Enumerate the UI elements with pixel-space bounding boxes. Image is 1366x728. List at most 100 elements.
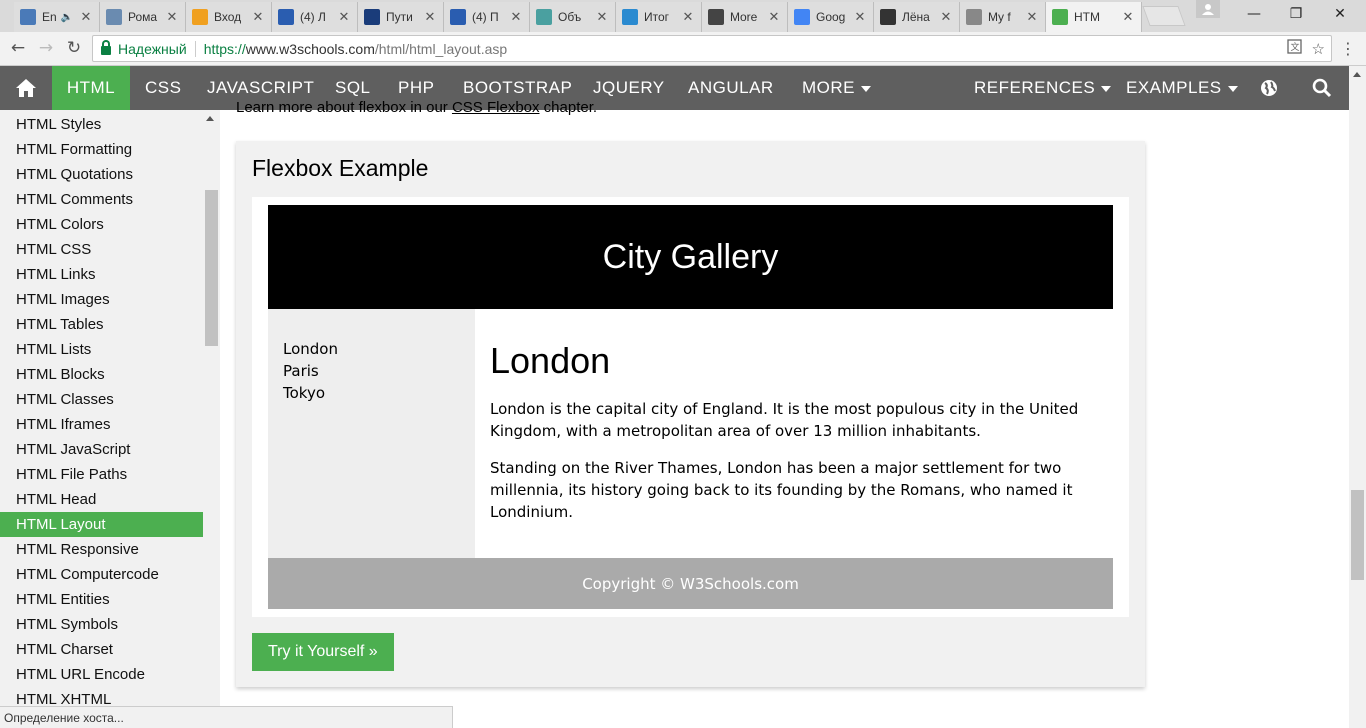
chat-icon — [622, 9, 638, 25]
browser-tab[interactable]: My f ✕ — [960, 2, 1046, 32]
tab-label: HTM — [1074, 10, 1100, 24]
sidebar-item[interactable]: HTML Colors — [0, 212, 203, 237]
browser-tab[interactable]: Рома ✕ — [100, 2, 186, 32]
tab-close-icon[interactable]: ✕ — [79, 9, 93, 25]
tab-close-icon[interactable]: ✕ — [423, 9, 437, 25]
sidebar-item[interactable]: HTML CSS — [0, 237, 203, 262]
back-arrow-icon[interactable]: ← — [6, 36, 30, 60]
browser-tab[interactable]: Лёна ✕ — [874, 2, 960, 32]
forward-arrow-icon[interactable]: → — [34, 36, 58, 60]
tab-label: Итог — [644, 10, 670, 24]
close-window-button[interactable]: ✕ — [1318, 2, 1362, 26]
nav-css[interactable]: CSS — [145, 66, 181, 110]
scroll-up-arrow-icon[interactable] — [206, 116, 214, 121]
page-scroll-thumb[interactable] — [1351, 490, 1364, 580]
sidebar-scroll-thumb[interactable] — [205, 190, 218, 346]
intro-prefix: Learn more about flexbox in our — [236, 99, 452, 116]
example-preview: City Gallery London Paris Tokyo London L… — [252, 197, 1129, 617]
nav-examples[interactable]: EXAMPLES — [1126, 66, 1238, 110]
try-it-yourself-button[interactable]: Try it Yourself » — [252, 633, 394, 671]
sidebar-item[interactable]: HTML Computercode — [0, 562, 203, 587]
tab-close-icon[interactable]: ✕ — [509, 9, 523, 25]
sidebar-item[interactable]: HTML Styles — [0, 112, 203, 137]
browser-tab[interactable]: HTM ✕ — [1046, 2, 1142, 32]
nav-html[interactable]: HTML — [52, 66, 130, 110]
minimize-button[interactable]: — — [1232, 2, 1276, 26]
browser-tab[interactable]: Пути ✕ — [358, 2, 444, 32]
sidebar-item[interactable]: HTML URL Encode — [0, 662, 203, 687]
tab-close-icon[interactable]: ✕ — [165, 9, 179, 25]
nav-references-label: REFERENCES — [974, 78, 1096, 97]
tab-close-icon[interactable]: ✕ — [681, 9, 695, 25]
article-title: London — [490, 340, 611, 381]
sidebar-item[interactable]: HTML Layout — [0, 512, 203, 537]
browser-tab[interactable]: Вход ✕ — [186, 2, 272, 32]
sidebar-item[interactable]: HTML Links — [0, 262, 203, 287]
tab-label: En — [42, 10, 57, 24]
caret-down-icon — [1101, 85, 1112, 92]
sidebar-item[interactable]: HTML Formatting — [0, 137, 203, 162]
sidebar-item[interactable]: HTML Tables — [0, 312, 203, 337]
tab-close-icon[interactable]: ✕ — [595, 9, 609, 25]
pillars-icon — [880, 9, 896, 25]
css-flexbox-link[interactable]: CSS Flexbox — [452, 99, 540, 116]
tab-close-icon[interactable]: ✕ — [337, 9, 351, 25]
tab-close-icon[interactable]: ✕ — [1025, 9, 1039, 25]
address-bar[interactable]: Надежный https://www.w3schools.com/html/… — [92, 35, 1332, 62]
scroll-up-arrow-icon[interactable] — [1353, 72, 1361, 77]
nav-references[interactable]: REFERENCES — [974, 66, 1112, 110]
sidebar-item[interactable]: HTML Images — [0, 287, 203, 312]
nav-more[interactable]: MORE — [802, 66, 871, 110]
translate-icon[interactable]: 文 — [1286, 39, 1302, 58]
nav-jquery[interactable]: JQUERY — [593, 66, 665, 110]
tab-close-icon[interactable]: ✕ — [767, 9, 781, 25]
speaker-icon[interactable]: 🔈 — [61, 12, 73, 23]
sidebar-item[interactable]: HTML Responsive — [0, 537, 203, 562]
browser-tab[interactable]: (4) Л ✕ — [272, 2, 358, 32]
card-title: Flexbox Example — [252, 155, 429, 181]
browser-tab[interactable]: (4) П ✕ — [444, 2, 530, 32]
sidebar-item[interactable]: HTML Symbols — [0, 612, 203, 637]
new-tab-button[interactable] — [1142, 6, 1186, 26]
home-icon[interactable] — [0, 66, 52, 110]
bookmark-star-icon[interactable]: ☆ — [1312, 40, 1325, 58]
browser-tab[interactable]: Объ ✕ — [530, 2, 616, 32]
status-bar: Определение хоста... — [0, 706, 453, 728]
sidebar-item[interactable]: HTML Quotations — [0, 162, 203, 187]
tab-close-icon[interactable]: ✕ — [251, 9, 265, 25]
caret-down-icon — [861, 85, 871, 92]
sidebar-item[interactable]: HTML Head — [0, 487, 203, 512]
search-icon[interactable] — [1312, 66, 1334, 110]
mail-at-icon — [192, 9, 208, 25]
sidebar-item[interactable]: HTML Lists — [0, 337, 203, 362]
tab-close-icon[interactable]: ✕ — [939, 9, 953, 25]
sidebar-item[interactable]: HTML File Paths — [0, 462, 203, 487]
browser-tab[interactable]: Итог ✕ — [616, 2, 702, 32]
tab-label: Goog — [816, 10, 846, 24]
browser-tab[interactable]: Goog ✕ — [788, 2, 874, 32]
sidebar-item[interactable]: HTML Comments — [0, 187, 203, 212]
browser-tab[interactable]: En 🔈 ✕ — [14, 2, 100, 32]
tab-close-icon[interactable]: ✕ — [853, 9, 867, 25]
nav-angular[interactable]: ANGULAR — [688, 66, 774, 110]
sidebar-item[interactable]: HTML Entities — [0, 587, 203, 612]
sidebar-item[interactable]: HTML Blocks — [0, 362, 203, 387]
triangle-icon — [536, 9, 552, 25]
browser-tab[interactable]: More ✕ — [702, 2, 788, 32]
page-scrollbar[interactable] — [1349, 66, 1366, 728]
caret-down-icon — [1227, 85, 1238, 92]
google-icon — [794, 9, 810, 25]
sidebar-item[interactable]: HTML Classes — [0, 387, 203, 412]
article-paragraph: London is the capital city of England. I… — [490, 400, 1079, 440]
profile-icon[interactable] — [1196, 0, 1220, 18]
globe-icon[interactable] — [1260, 66, 1282, 110]
reload-icon[interactable]: ↻ — [62, 36, 86, 60]
url-text[interactable]: https://www.w3schools.com/html/html_layo… — [204, 41, 507, 57]
maximize-button[interactable]: ❐ — [1274, 2, 1318, 26]
sidebar-item[interactable]: HTML JavaScript — [0, 437, 203, 462]
tab-close-icon[interactable]: ✕ — [1121, 9, 1135, 25]
sidebar-item[interactable]: HTML Charset — [0, 637, 203, 662]
list-item: Paris — [283, 362, 319, 380]
sidebar-item[interactable]: HTML Iframes — [0, 412, 203, 437]
menu-icon[interactable]: ⋮ — [1340, 38, 1356, 60]
